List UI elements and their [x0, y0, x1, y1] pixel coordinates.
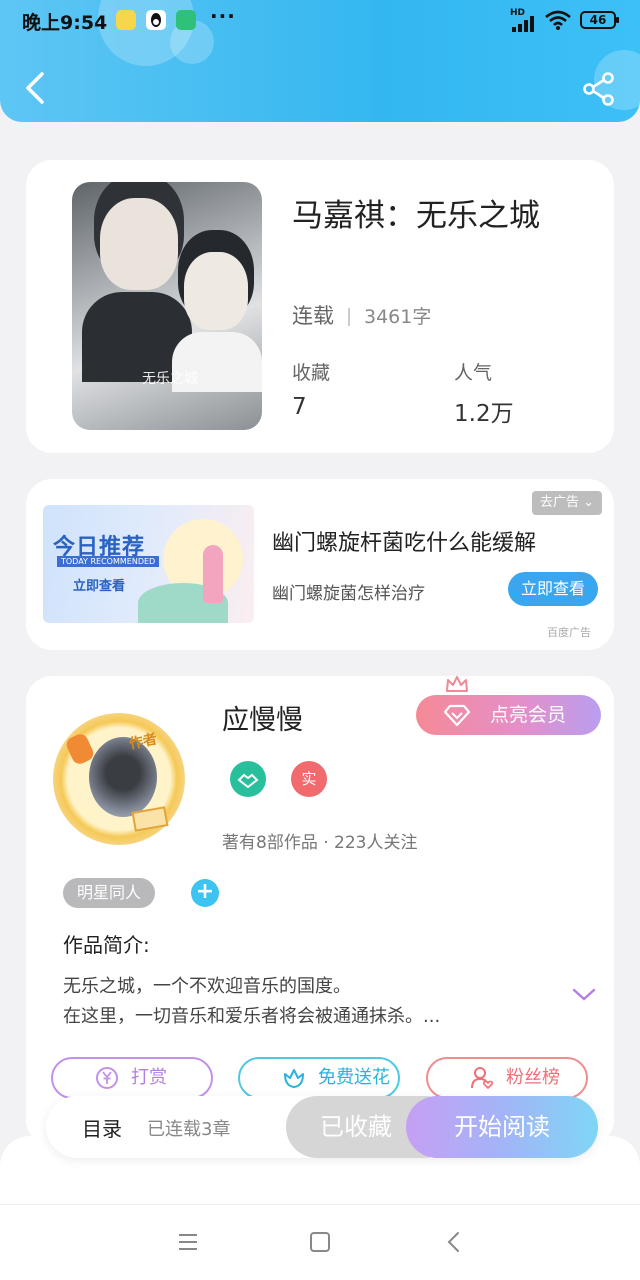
bottom-action-bar: 目录 已连载3章 已收藏 开始阅读	[46, 1096, 598, 1158]
cover-figure	[184, 252, 248, 330]
yuan-coin-icon	[96, 1067, 118, 1089]
start-reading-button[interactable]: 开始阅读	[406, 1096, 598, 1158]
add-tag-button[interactable]: +	[191, 879, 219, 907]
category-tag[interactable]: 明星同人	[63, 878, 156, 908]
real-name-badge[interactable]: 实	[291, 761, 327, 797]
app-header: 晚上9:54 ··· HD 46	[0, 0, 640, 122]
app-icon-yellow	[116, 10, 136, 30]
flower-icon	[284, 1069, 304, 1088]
diamond-icon	[444, 704, 470, 726]
author-tag: 作者	[127, 731, 159, 753]
popularity-value: 1.2万	[454, 401, 514, 427]
more-notifications-icon: ···	[210, 4, 236, 28]
intro-line: 在这里，一切音乐和爱乐者将会被通通抹杀。...	[63, 1006, 441, 1027]
vip-button[interactable]: 点亮会员	[416, 676, 601, 735]
intro-line: 无乐之城，一个不欢迎音乐的国度。	[63, 976, 351, 997]
avatar-decor	[131, 806, 169, 832]
chevron-down-icon[interactable]	[572, 988, 596, 1002]
remove-ad-button[interactable]: 去广告 ⌄	[532, 491, 603, 515]
cover-figure	[100, 198, 178, 290]
ad-view-button[interactable]: 立即查看	[508, 572, 598, 606]
author-name[interactable]: 应慢慢	[222, 698, 303, 737]
book-title: 马嘉祺：无乐之城	[292, 198, 540, 234]
chapter-count[interactable]: 已连载3章	[147, 1115, 230, 1141]
system-nav-bar	[0, 1204, 640, 1280]
intro-heading: 作品简介:	[63, 933, 150, 957]
serial-status: 连载	[292, 304, 334, 328]
toc-button[interactable]: 目录	[82, 1113, 122, 1142]
back-triangle-icon[interactable]	[443, 1231, 465, 1253]
popularity-label: 人气	[454, 362, 493, 384]
author-card: 作者 应慢慢 点亮会员 实 著有8部作品 · 223人关注 明星同人 + 作品简…	[26, 676, 614, 1146]
book-info-card: 无乐之城 马嘉祺：无乐之城 连载 3461字 收藏 7 人气 1.2万	[26, 160, 614, 453]
send-flower-button[interactable]: 免费送花	[238, 1057, 400, 1099]
security-icon	[176, 10, 196, 30]
status-bar: 晚上9:54 ··· HD 46	[0, 0, 640, 40]
author-avatar-frame[interactable]: 作者	[53, 713, 185, 845]
ad-banner-cta: 立即查看	[73, 579, 126, 594]
wifi-icon	[545, 10, 571, 30]
status-time: 晚上9:54	[22, 12, 108, 34]
user-heart-icon	[471, 1067, 494, 1090]
ad-banner-sub: TODAY RECOMMENDED	[57, 556, 160, 567]
fans-ranking-label: 粉丝榜	[506, 1067, 560, 1088]
share-icon[interactable]	[582, 72, 616, 106]
fans-ranking-button[interactable]: 粉丝榜	[426, 1057, 588, 1099]
ad-decor	[203, 545, 223, 603]
vip-button-label: 点亮会员	[490, 704, 567, 726]
ad-banner-image[interactable]: 今日推荐 TODAY RECOMMENDED 立即查看	[43, 505, 254, 623]
signal-icon	[512, 16, 534, 32]
ad-card[interactable]: 今日推荐 TODAY RECOMMENDED 立即查看 去广告 ⌄ 幽门螺旋杆菌…	[26, 479, 614, 650]
tip-button[interactable]: 打赏	[51, 1057, 213, 1099]
qq-icon	[146, 10, 166, 30]
chevron-left-icon[interactable]	[20, 70, 50, 106]
ad-source: 百度广告	[547, 626, 591, 639]
crown-icon	[446, 676, 468, 692]
ad-description: 幽门螺旋菌怎样治疗	[272, 584, 425, 604]
send-flower-label: 免费送花	[318, 1067, 390, 1088]
book-status-row: 连载 3461字	[292, 300, 431, 330]
home-square-icon[interactable]	[309, 1231, 331, 1253]
divider	[348, 308, 350, 326]
favorites-label: 收藏	[292, 362, 331, 384]
menu-icon[interactable]	[177, 1231, 199, 1253]
author-meta: 著有8部作品 · 223人关注	[222, 833, 418, 853]
cover-title: 无乐之城	[142, 371, 198, 387]
ad-title[interactable]: 幽门螺旋杆菌吃什么能缓解	[272, 525, 536, 557]
favorites-value: 7	[292, 394, 307, 420]
word-count: 3461字	[364, 306, 432, 328]
tip-button-label: 打赏	[131, 1067, 167, 1088]
signed-author-badge-icon[interactable]	[230, 761, 266, 797]
battery-icon: 46	[580, 11, 619, 29]
book-cover[interactable]: 无乐之城	[72, 182, 262, 430]
